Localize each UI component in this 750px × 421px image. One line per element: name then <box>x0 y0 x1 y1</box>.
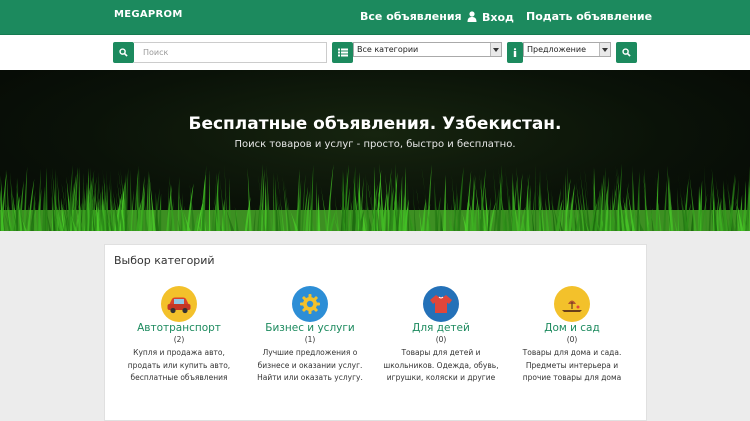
info-icon <box>513 48 517 57</box>
category-count: (0) <box>566 335 578 344</box>
garden-icon <box>562 300 582 312</box>
category-list-button[interactable] <box>332 42 353 63</box>
category-icon-circle <box>554 286 590 322</box>
hero-title: Бесплатные объявления. Узбекистан. <box>188 114 562 134</box>
ad-type-select-value: Предложение <box>527 45 587 54</box>
category-description: Лучшие предложения о бизнесе и оказании … <box>257 348 363 382</box>
category-description: Товары для детей и школьников. Одежда, о… <box>383 348 499 382</box>
category-kids[interactable]: Для детей (0) Товары для детей и школьни… <box>381 286 501 385</box>
search-icon <box>622 48 631 57</box>
category-select-value: Все категории <box>357 45 419 54</box>
category-panel-title: Выбор категорий <box>114 254 215 267</box>
category-icon-circle <box>423 286 459 322</box>
category-count: (1) <box>304 335 316 344</box>
user-icon <box>467 11 477 22</box>
category-icon-circle <box>292 286 328 322</box>
category-panel: Выбор категорий Автотранспорт (2) Купля … <box>104 244 647 421</box>
ad-type-select[interactable]: Предложение <box>523 42 611 57</box>
category-autotransport[interactable]: Автотранспорт (2) Купля и продажа авто, … <box>119 286 239 385</box>
hero-subtitle: Поиск товаров и услуг - просто, быстро и… <box>234 139 516 150</box>
search-input[interactable] <box>134 42 327 63</box>
search-icon-button[interactable] <box>113 42 134 63</box>
category-icon-circle <box>161 286 197 322</box>
nav-all-ads-link[interactable]: Все объявления <box>360 10 462 23</box>
grass-background <box>0 163 750 231</box>
category-count: (0) <box>435 335 447 344</box>
nav-login-link[interactable]: Вход <box>467 10 514 24</box>
category-name[interactable]: Дом и сад <box>512 322 632 335</box>
nav-post-ad-link[interactable]: Подать объявление <box>526 10 652 23</box>
list-icon <box>337 48 348 57</box>
category-name[interactable]: Автотранспорт <box>119 322 239 335</box>
search-submit-button[interactable] <box>616 42 637 63</box>
hero-banner: Бесплатные объявления. Узбекистан. Поиск… <box>0 70 750 231</box>
car-icon <box>167 297 191 314</box>
nav-login-label: Вход <box>482 11 514 24</box>
category-business[interactable]: Бизнес и услуги (1) Лучшие предложения о… <box>250 286 370 385</box>
search-icon <box>119 48 128 57</box>
category-description: Товары для дома и сада. Предметы интерье… <box>522 348 622 382</box>
category-select[interactable]: Все категории <box>353 42 502 57</box>
category-description: Купля и продажа авто, продать или купить… <box>127 348 231 382</box>
category-home-garden[interactable]: Дом и сад (0) Товары для дома и сада. Пр… <box>512 286 632 385</box>
gear-icon <box>300 294 320 314</box>
category-name[interactable]: Бизнес и услуги <box>250 322 370 335</box>
chevron-down-icon <box>490 43 501 56</box>
category-name[interactable]: Для детей <box>381 322 501 335</box>
child-clothes-icon <box>430 295 452 313</box>
category-count: (2) <box>173 335 185 344</box>
top-bar: MEGAPROM Все объявления Вход Подать объя… <box>0 0 750 35</box>
chevron-down-icon <box>599 43 610 56</box>
search-bar: Все категории Предложение <box>0 35 750 70</box>
ad-type-button[interactable] <box>507 42 523 63</box>
site-logo[interactable]: MEGAPROM <box>114 9 183 20</box>
